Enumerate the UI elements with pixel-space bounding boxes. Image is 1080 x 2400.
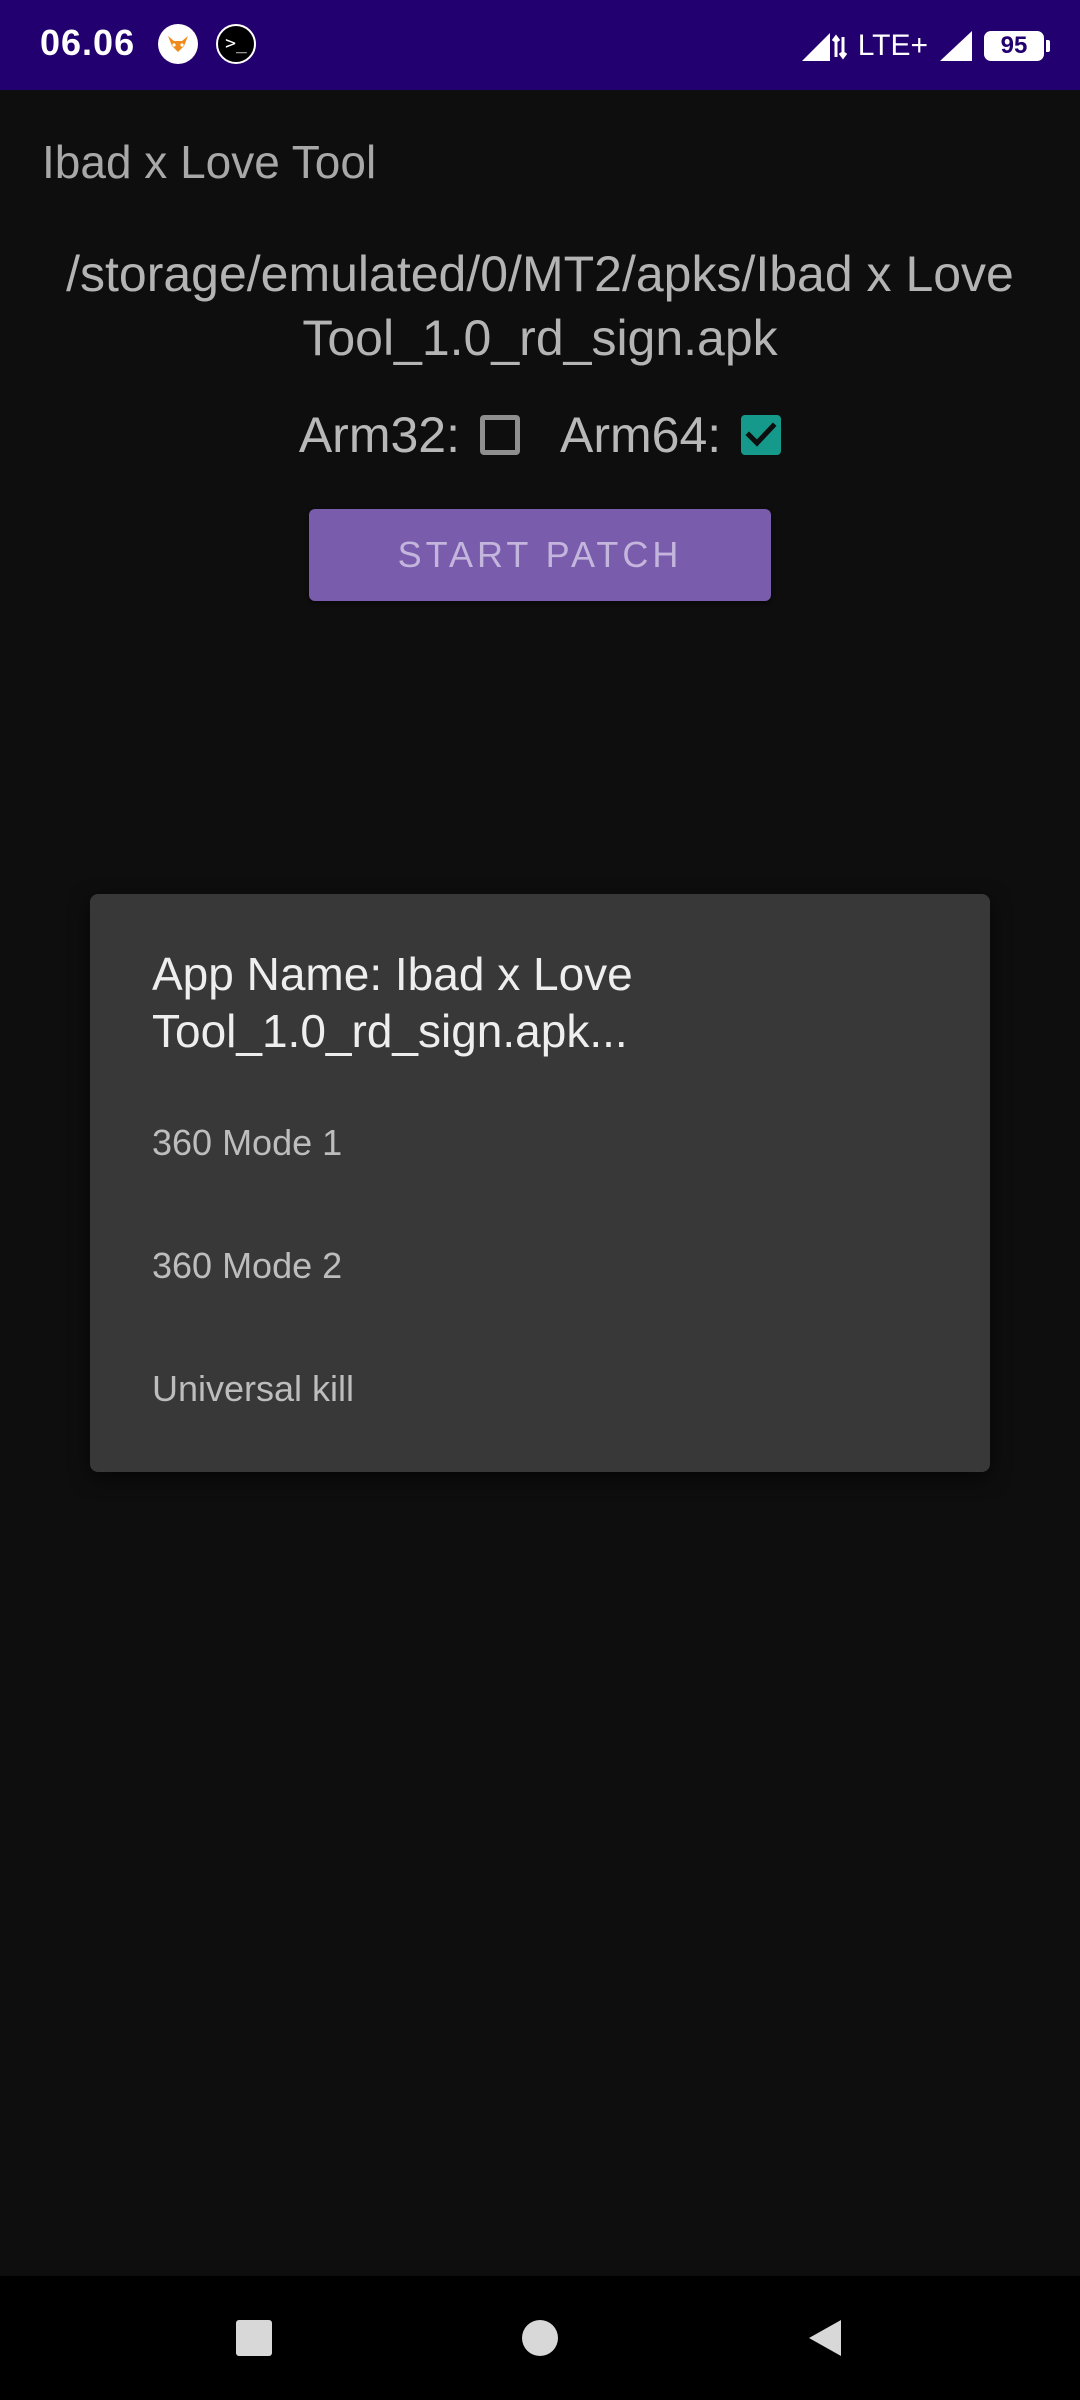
dialog-item-360-mode-2[interactable]: 360 Mode 2 [152, 1245, 342, 1287]
terminal-app-icon: >_ [216, 24, 256, 64]
arm32-label: Arm32: [298, 407, 460, 463]
recents-button[interactable] [194, 2276, 314, 2400]
navigation-bar [0, 2276, 1080, 2400]
screen: 06.06 >_ LTE+ 95 Ibad x Love Tool /stora… [0, 0, 1080, 2400]
fox-app-icon [158, 24, 198, 64]
home-button[interactable] [480, 2276, 600, 2400]
back-icon [809, 2320, 841, 2356]
back-button[interactable] [765, 2276, 885, 2400]
home-icon [522, 2320, 558, 2356]
arm64-label: Arm64: [560, 407, 722, 463]
recents-icon [236, 2320, 272, 2356]
dialog-item-universal-kill[interactable]: Universal kill [152, 1368, 354, 1410]
network-type: LTE+ [857, 29, 928, 62]
arm64-checkbox[interactable] [741, 415, 782, 455]
status-time: 06.06 [40, 22, 136, 63]
arch-row: Arm32: Arm64: [0, 402, 1080, 468]
apk-path: /storage/emulated/0/MT2/apks/Ibad x Love… [66, 246, 1014, 366]
status-bar: 06.06 >_ LTE+ 95 [0, 0, 1080, 90]
status-right: LTE+ 95 [800, 28, 1050, 64]
mode-dialog: App Name: Ibad x Love Tool_1.0_rd_sign.a… [90, 894, 990, 1472]
arm32-checkbox[interactable] [480, 415, 520, 455]
signal-icon [938, 29, 974, 63]
dialog-title: App Name: Ibad x Love Tool_1.0_rd_sign.a… [152, 948, 633, 1057]
battery-icon: 95 [984, 31, 1050, 61]
check-icon [745, 422, 777, 447]
start-patch-button[interactable]: START PATCH [309, 509, 771, 601]
dialog-item-360-mode-1[interactable]: 360 Mode 1 [152, 1122, 342, 1164]
app-title: Ibad x Love Tool [42, 136, 377, 188]
signal-icon [800, 29, 848, 63]
